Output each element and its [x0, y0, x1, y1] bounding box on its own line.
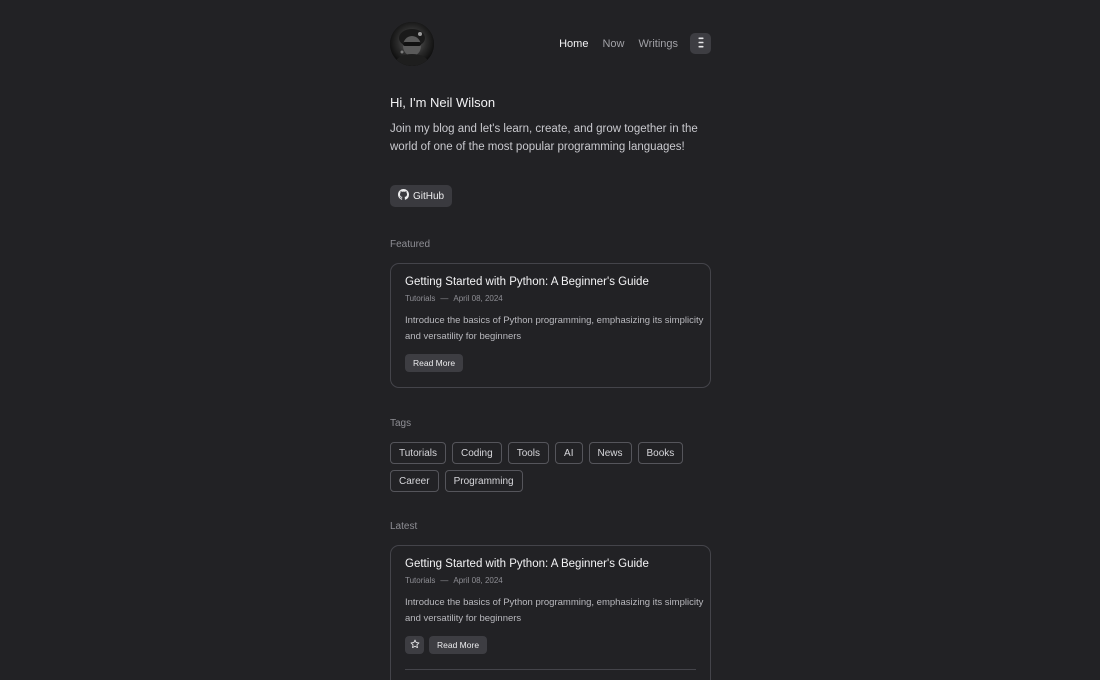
intro-text: Join my blog and let's learn, create, an…: [390, 123, 698, 153]
github-icon: [398, 189, 413, 203]
card-meta: Tutorials — April 08, 2024: [405, 294, 503, 303]
tag-programming[interactable]: Programming: [444, 470, 523, 492]
card-category[interactable]: Tutorials: [405, 294, 435, 303]
card-divider: [405, 669, 696, 670]
site-header: Home Now Writings: [390, 22, 711, 66]
tag-ai[interactable]: AI: [555, 442, 583, 464]
main-nav: Home Now Writings: [559, 33, 711, 54]
card-date: April 08, 2024: [453, 294, 503, 303]
tag-news[interactable]: News: [588, 442, 632, 464]
tag-career[interactable]: Career: [390, 470, 439, 492]
latest-label: Latest: [390, 521, 418, 532]
avatar[interactable]: [390, 22, 434, 66]
card-category[interactable]: Tutorials: [405, 576, 435, 585]
star-icon: [410, 636, 420, 654]
tag-coding[interactable]: Coding: [451, 442, 502, 464]
card-title[interactable]: Getting Started with Python: A Beginner'…: [405, 276, 649, 288]
nav-now[interactable]: Now: [602, 34, 624, 54]
card-date: April 08, 2024: [453, 576, 503, 585]
nav-writings[interactable]: Writings: [638, 34, 678, 54]
menu-button[interactable]: [690, 33, 711, 54]
nav-home[interactable]: Home: [559, 34, 588, 54]
github-label: GitHub: [413, 190, 445, 202]
menu-dots-icon: [698, 35, 704, 53]
featured-card[interactable]: Getting Started with Python: A Beginner'…: [390, 263, 711, 388]
tag-tutorials[interactable]: Tutorials: [390, 442, 446, 464]
card-description: Introduce the basics of Python programmi…: [405, 315, 704, 342]
read-more-button[interactable]: Read More: [429, 636, 488, 654]
meta-separator: —: [440, 294, 449, 303]
tag-list: Tutorials Coding Tools AI News Books Car…: [390, 442, 711, 498]
tag-books[interactable]: Books: [637, 442, 684, 464]
card-meta: Tutorials — April 08, 2024: [405, 576, 503, 585]
tags-label: Tags: [390, 418, 412, 429]
read-more-button[interactable]: Read More: [405, 354, 464, 372]
meta-separator: —: [440, 576, 449, 585]
page: Home Now Writings Hi, I'm Neil Wilson Jo…: [0, 0, 1100, 680]
tag-tools[interactable]: Tools: [507, 442, 550, 464]
featured-label: Featured: [390, 239, 431, 250]
intro-title: Hi, I'm Neil Wilson: [390, 95, 496, 110]
card-title[interactable]: Getting Started with Python: A Beginner'…: [405, 558, 649, 570]
favorite-button[interactable]: [405, 636, 424, 654]
github-button[interactable]: GitHub: [390, 185, 453, 207]
latest-card[interactable]: Getting Started with Python: A Beginner'…: [390, 545, 711, 680]
card-description: Introduce the basics of Python programmi…: [405, 597, 704, 624]
